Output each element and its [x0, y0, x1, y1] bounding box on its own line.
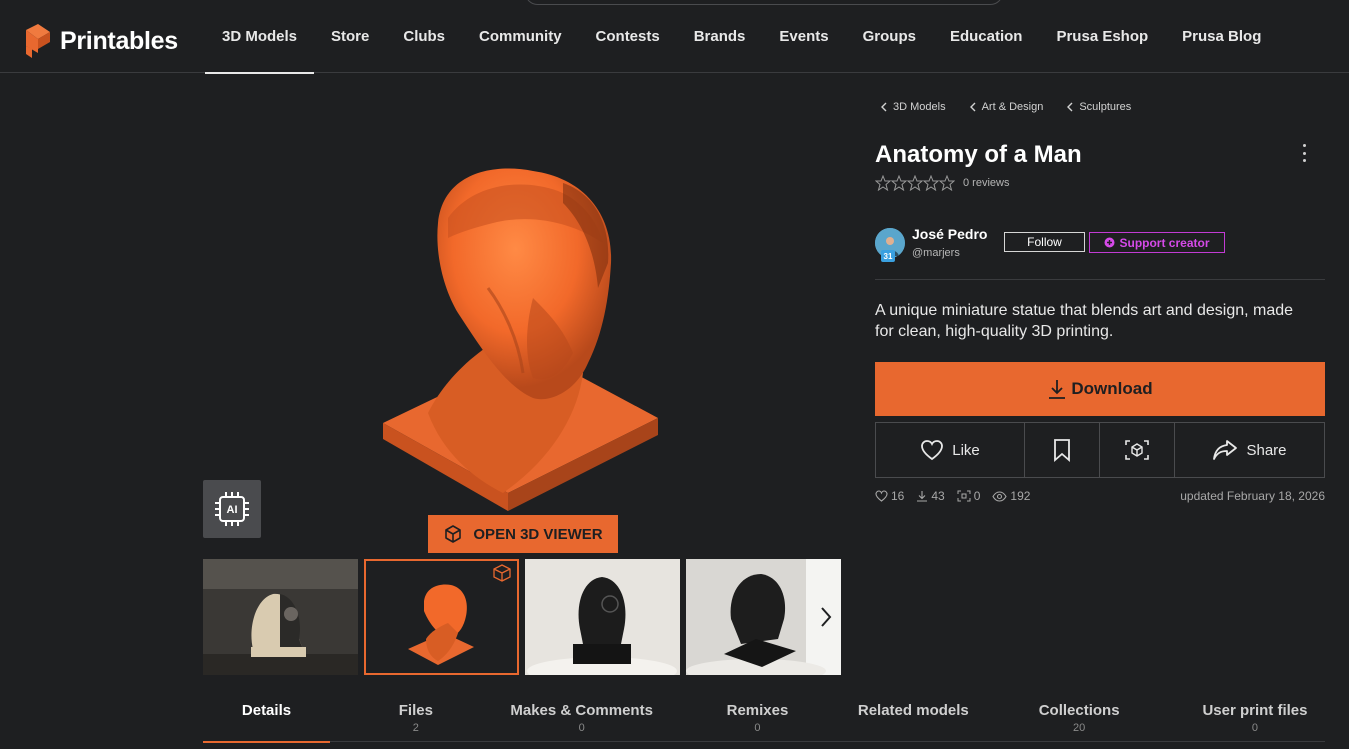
- chevron-left-icon: [969, 102, 976, 112]
- download-icon: [917, 491, 928, 502]
- eye-icon: [992, 490, 1008, 502]
- tab-remixes[interactable]: Remixes 0: [717, 690, 797, 742]
- nav-events[interactable]: Events: [762, 0, 845, 73]
- breadcrumb-art-design[interactable]: Art & Design: [964, 96, 1054, 118]
- tab-related-models[interactable]: Related models: [853, 690, 973, 742]
- more-options-icon[interactable]: [1295, 142, 1313, 164]
- author-name[interactable]: José Pedro: [912, 226, 987, 242]
- thumbnail-strip: [203, 559, 843, 675]
- cube-icon: [445, 525, 462, 543]
- heart-icon: [921, 440, 944, 461]
- model-main-image[interactable]: [203, 73, 843, 553]
- share-icon: [1213, 440, 1238, 460]
- updated-date: updated February 18, 2026: [1180, 489, 1325, 503]
- 3d-scan-icon: [957, 490, 971, 502]
- ai-label: AI: [227, 504, 238, 516]
- tab-collections[interactable]: Collections 20: [1029, 690, 1129, 742]
- nav-store[interactable]: Store: [314, 0, 386, 73]
- bookmark-button[interactable]: [1025, 423, 1100, 477]
- action-bar: Like Share: [875, 422, 1325, 478]
- rating[interactable]: 0 reviews: [875, 175, 1009, 191]
- download-button[interactable]: Download: [875, 362, 1325, 416]
- make-button[interactable]: [1100, 423, 1175, 477]
- tab-details[interactable]: Details: [203, 690, 330, 743]
- nav-community[interactable]: Community: [462, 0, 579, 73]
- ai-chip-icon: AI: [215, 492, 249, 526]
- chevron-right-icon: [820, 607, 831, 627]
- ai-badge[interactable]: AI: [203, 480, 261, 538]
- plus-circle-icon: [1104, 237, 1115, 248]
- open-3d-viewer-button[interactable]: OPEN 3D VIEWER: [428, 515, 618, 553]
- views-stat: 192: [992, 489, 1030, 503]
- nav-prusa-blog[interactable]: Prusa Blog: [1165, 0, 1278, 73]
- breadcrumb-3d-models[interactable]: 3D Models: [875, 96, 956, 118]
- breadcrumb: 3D Models Art & Design Sculptures: [875, 96, 1141, 118]
- makes-stat: 0: [957, 489, 980, 503]
- tab-makes-comments[interactable]: Makes & Comments 0: [502, 690, 662, 742]
- share-button[interactable]: Share: [1175, 423, 1324, 477]
- avatar[interactable]: 31: [875, 228, 905, 262]
- author-level-badge: 31: [881, 250, 895, 262]
- printables-logo[interactable]: Printables: [26, 24, 178, 58]
- details-tabs: Details Files 2 Makes & Comments 0 Remix…: [203, 690, 1325, 743]
- model-title: Anatomy of a Man: [875, 141, 1082, 168]
- thumbnail-orange-render[interactable]: [364, 559, 519, 675]
- chevron-left-icon: [881, 102, 887, 112]
- author-handle[interactable]: @marjers: [912, 247, 960, 259]
- model-stats: 16 43 0 192 updated February 18, 2026: [875, 489, 1325, 503]
- star-rating-icons: [875, 175, 955, 191]
- downloads-stat: 43: [916, 489, 945, 503]
- bookmark-icon: [1054, 439, 1070, 462]
- top-navigation-bar: Printables 3D Models Store Clubs Communi…: [0, 0, 1349, 74]
- main-nav: 3D Models Store Clubs Community Contests…: [205, 0, 1278, 74]
- like-button[interactable]: Like: [876, 423, 1025, 477]
- divider: [875, 279, 1325, 280]
- breadcrumb-sculptures[interactable]: Sculptures: [1061, 96, 1141, 118]
- chevron-left-icon: [1067, 102, 1073, 112]
- thumbnail-black-bust-front[interactable]: [525, 559, 680, 675]
- 3d-scan-icon: [1125, 440, 1149, 460]
- likes-stat: 16: [875, 489, 904, 503]
- nav-contests[interactable]: Contests: [579, 0, 677, 73]
- reviews-count: 0 reviews: [963, 177, 1010, 189]
- thumbnail-print-bed[interactable]: [203, 559, 358, 675]
- heart-icon: [875, 490, 888, 502]
- printables-logo-icon: [26, 24, 50, 58]
- nav-groups[interactable]: Groups: [846, 0, 933, 73]
- thumbnail-next-button[interactable]: [808, 559, 843, 675]
- nav-clubs[interactable]: Clubs: [386, 0, 462, 73]
- nav-prusa-eshop[interactable]: Prusa Eshop: [1039, 0, 1165, 73]
- nav-3d-models[interactable]: 3D Models: [205, 0, 315, 74]
- open-3d-viewer-label: OPEN 3D VIEWER: [473, 525, 603, 543]
- brand-name: Printables: [60, 26, 178, 55]
- support-creator-button[interactable]: Support creator: [1089, 232, 1225, 253]
- nav-education[interactable]: Education: [933, 0, 1040, 73]
- tab-files[interactable]: Files 2: [386, 690, 446, 742]
- model-description: A unique miniature statue that blends ar…: [875, 302, 1294, 340]
- tab-user-print-files[interactable]: User print files 0: [1185, 690, 1325, 742]
- download-icon: [1049, 380, 1066, 399]
- nav-brands[interactable]: Brands: [677, 0, 763, 73]
- author-block: 31 José Pedro @marjers Follow Support cr…: [875, 225, 1325, 265]
- follow-button[interactable]: Follow: [1004, 232, 1085, 252]
